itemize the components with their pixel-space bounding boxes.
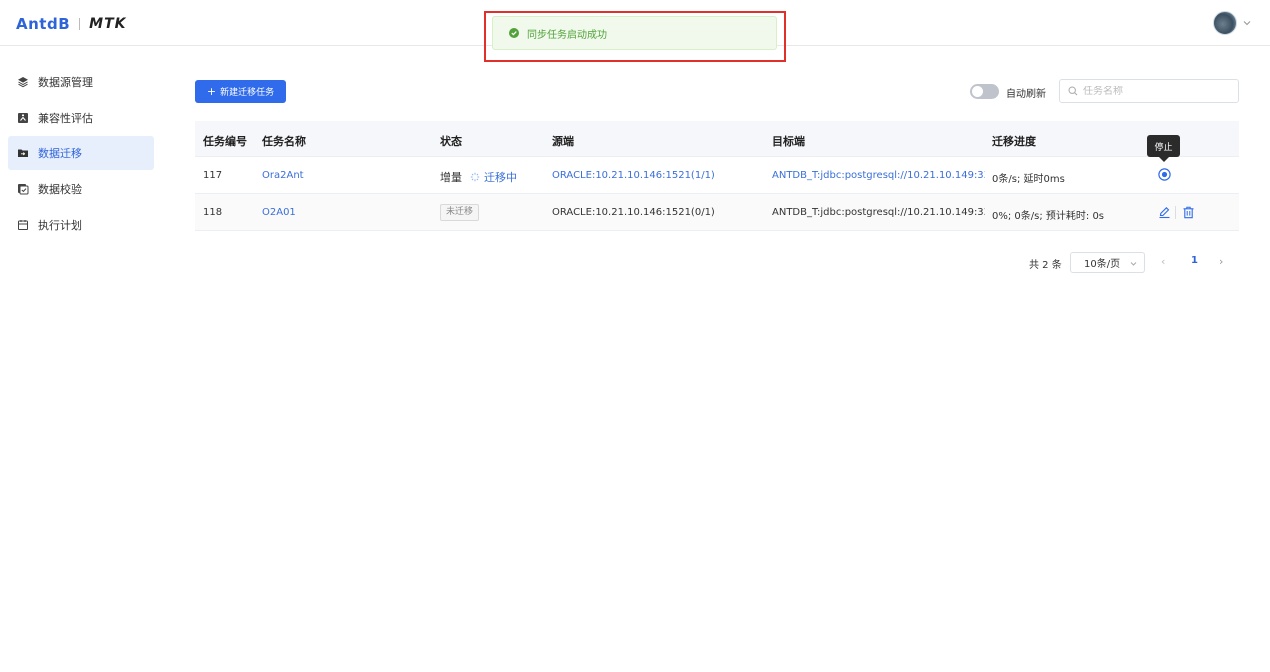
app-logo[interactable]: AntdB MTK xyxy=(16,14,126,34)
page-size-select[interactable]: 10条/页 xyxy=(1070,252,1145,273)
sidebar-item-label: 数据源管理 xyxy=(38,76,93,89)
folder-icon xyxy=(18,149,28,157)
table-row: 117 Ora2Ant 增量 迁移中 ORACLE:10.21.10.146:1… xyxy=(195,157,1239,194)
task-search-input[interactable] xyxy=(1083,85,1223,97)
tooltip-arrow xyxy=(1159,157,1169,162)
loading-spinner-icon xyxy=(470,172,480,182)
target-link[interactable]: ANTDB_T:jdbc:postgresql://10.21.10.149:3… xyxy=(772,170,985,181)
new-migration-task-label: 新建迁移任务 xyxy=(220,88,275,98)
layers-icon xyxy=(18,77,28,88)
check-circle-icon xyxy=(509,28,519,38)
progress-text: 0条/s; 延时0ms xyxy=(992,174,1065,185)
next-page-button[interactable]: › xyxy=(1219,255,1223,268)
column-header-status: 状态 xyxy=(440,135,462,148)
stop-icon[interactable] xyxy=(1158,168,1171,181)
task-id: 117 xyxy=(203,170,223,181)
chevron-down-icon xyxy=(1243,21,1251,26)
logo-brand: AntdB xyxy=(16,15,71,33)
sidebar-item-datasource[interactable]: 数据源管理 xyxy=(8,65,154,99)
sidebar-item-label: 执行计划 xyxy=(38,219,82,232)
sidebar-item-label: 数据校验 xyxy=(38,183,82,196)
auto-refresh-toggle[interactable] xyxy=(970,84,999,99)
plus-icon: + xyxy=(206,85,217,98)
sidebar-item-validation[interactable]: 数据校验 xyxy=(8,172,154,206)
migration-task-table: 任务编号 任务名称 状态 源端 目标端 迁移进度 117 Ora2Ant 增量 … xyxy=(195,121,1239,231)
column-header-name: 任务名称 xyxy=(262,135,306,148)
sidebar-item-label: 数据迁移 xyxy=(38,147,82,160)
source-text: ORACLE:10.21.10.146:1521(0/1) xyxy=(552,207,715,218)
task-search-box[interactable] xyxy=(1059,79,1239,103)
stop-tooltip: 停止 xyxy=(1147,135,1180,157)
sidebar-item-label: 兼容性评估 xyxy=(38,112,93,125)
table-header: 任务编号 任务名称 状态 源端 目标端 迁移进度 xyxy=(195,121,1239,157)
task-mode: 增量 xyxy=(440,171,462,184)
status-badge: 未迁移 xyxy=(440,204,480,221)
table-row: 118 O2A01 未迁移 ORACLE:10.21.10.146:1521(0… xyxy=(195,194,1239,231)
status-running: 迁移中 xyxy=(470,169,517,185)
task-name-link[interactable]: Ora2Ant xyxy=(262,170,304,181)
sidebar-item-plan[interactable]: 执行计划 xyxy=(8,208,154,242)
check-doc-icon xyxy=(18,184,29,195)
user-menu[interactable] xyxy=(1213,11,1252,35)
toast-message: 同步任务启动成功 xyxy=(527,29,607,41)
auto-refresh-label: 自动刷新 xyxy=(1006,89,1046,100)
column-header-id: 任务编号 xyxy=(203,135,247,148)
progress-text: 0%; 0条/s; 预计耗时: 0s xyxy=(992,211,1105,222)
new-migration-task-button[interactable]: + 新建迁移任务 xyxy=(195,80,286,103)
sidebar-item-migration[interactable]: 数据迁移 xyxy=(8,136,154,170)
source-link[interactable]: ORACLE:10.21.10.146:1521(1/1) xyxy=(552,170,715,181)
avatar[interactable] xyxy=(1213,11,1237,35)
previous-page-button[interactable]: ‹ xyxy=(1161,255,1165,268)
target-text: ANTDB_T:jdbc:postgresql://10.21.10.149:3… xyxy=(772,207,985,218)
toggle-knob xyxy=(972,86,983,97)
success-toast: 同步任务启动成功 xyxy=(492,16,777,50)
chevron-down-icon xyxy=(1130,262,1137,266)
logo-product: MTK xyxy=(89,16,127,32)
search-icon xyxy=(1068,86,1078,96)
task-id: 118 xyxy=(203,207,223,218)
column-header-progress: 迁移进度 xyxy=(992,135,1036,148)
sidebar-item-compatibility[interactable]: 兼容性评估 xyxy=(8,101,154,135)
status-text: 迁移中 xyxy=(484,171,517,184)
delete-icon[interactable] xyxy=(1182,206,1195,219)
logo-divider xyxy=(79,18,81,30)
calendar-icon xyxy=(18,220,28,230)
column-header-target: 目标端 xyxy=(772,135,805,148)
page-number-current[interactable]: 1 xyxy=(1191,255,1198,266)
column-header-source: 源端 xyxy=(552,135,574,148)
page-size-value: 10条/页 xyxy=(1084,259,1121,270)
pagination-total: 共 2 条 xyxy=(1029,260,1062,271)
sidebar: 数据源管理 兼容性评估 数据迁移 数据校验 执行计划 xyxy=(0,46,162,672)
edit-icon[interactable] xyxy=(1158,206,1171,219)
action-divider xyxy=(1175,206,1176,219)
report-icon xyxy=(18,113,28,123)
task-name-link[interactable]: O2A01 xyxy=(262,207,296,218)
